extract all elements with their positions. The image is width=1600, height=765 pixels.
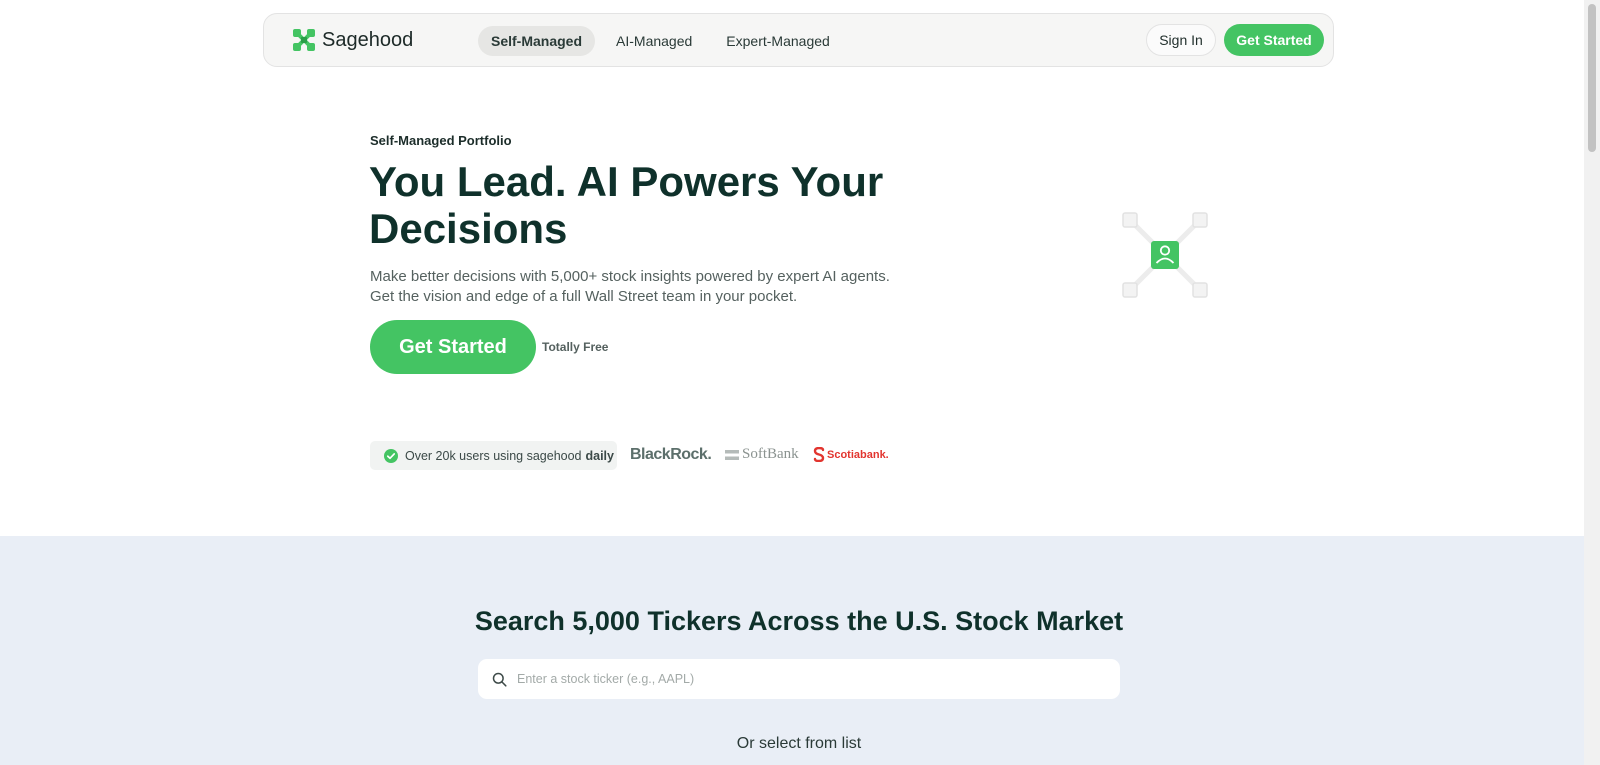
- softbank-logo-text: SoftBank: [742, 446, 799, 462]
- users-badge-text: Over 20k users using sagehood: [405, 448, 582, 463]
- blackrock-logo: BlackRock.: [630, 446, 712, 463]
- top-navbar: Sagehood Self-Managed AI-Managed Expert-…: [263, 13, 1334, 67]
- scrollbar-thumb[interactable]: [1588, 4, 1596, 152]
- hero-title: You Lead. AI Powers Your Decisions: [369, 158, 884, 252]
- main-nav: Self-Managed AI-Managed Expert-Managed: [478, 26, 851, 56]
- hero-subtitle: Make better decisions with 5,000+ stock …: [370, 268, 890, 305]
- hero-eyebrow: Self-Managed Portfolio: [370, 133, 512, 148]
- ticker-search-input[interactable]: [515, 671, 1099, 687]
- search-icon: [492, 672, 507, 687]
- sagehood-logo-icon: [293, 29, 315, 51]
- hero-get-started-button[interactable]: Get Started: [370, 320, 536, 374]
- brand-logo[interactable]: Sagehood: [292, 28, 413, 52]
- search-section-title: Search 5,000 Tickers Across the U.S. Sto…: [474, 606, 1124, 636]
- header-get-started-button[interactable]: Get Started: [1224, 24, 1324, 56]
- page-scrollbar[interactable]: [1584, 0, 1600, 765]
- select-from-list-label: Or select from list: [736, 735, 862, 752]
- scotiabank-s-icon: [813, 447, 825, 462]
- sign-in-button[interactable]: Sign In: [1146, 24, 1216, 56]
- nav-ai-managed[interactable]: AI-Managed: [603, 26, 705, 56]
- softbank-logo: SoftBank: [725, 446, 799, 463]
- brand-name: Sagehood: [322, 28, 414, 51]
- cta-note: Totally Free: [542, 340, 609, 354]
- scotiabank-logo: Scotiabank.: [813, 447, 889, 462]
- network-user-icon: [1122, 212, 1208, 298]
- ticker-search-box[interactable]: [478, 659, 1120, 699]
- check-circle-icon: [384, 448, 398, 463]
- users-badge: Over 20k users using sagehood daily: [370, 441, 617, 470]
- softbank-bars-icon: [725, 449, 739, 460]
- scotiabank-logo-text: Scotiabank.: [827, 448, 889, 461]
- ticker-search-section: Search 5,000 Tickers Across the U.S. Sto…: [0, 536, 1600, 765]
- nav-expert-managed[interactable]: Expert-Managed: [713, 26, 843, 56]
- users-badge-emphasis: daily: [585, 448, 615, 463]
- nav-self-managed[interactable]: Self-Managed: [478, 26, 596, 56]
